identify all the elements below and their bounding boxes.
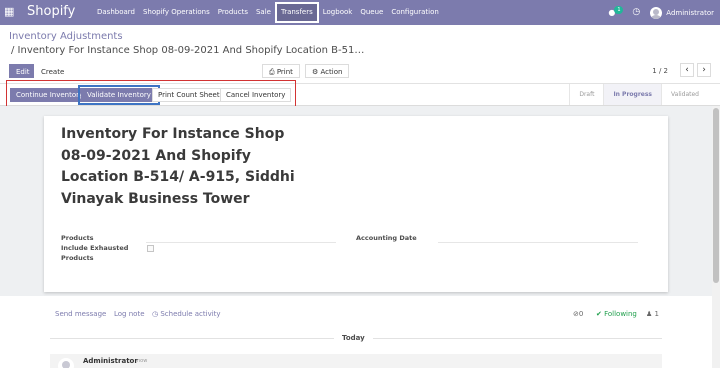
user-menu[interactable]: Administrator	[650, 6, 714, 19]
accounting-date-field[interactable]	[438, 242, 638, 243]
user-avatar	[650, 6, 663, 19]
print-button[interactable]: ⎙ Print	[262, 64, 300, 78]
chatter: Send message Log note ◷ Schedule activit…	[0, 296, 712, 368]
check-icon: ✔	[596, 310, 605, 318]
message-author-avatar	[58, 358, 74, 368]
breadcrumb-parent[interactable]: Inventory Adjustments	[9, 31, 123, 42]
followers-button[interactable]: ♟ 1	[646, 310, 659, 318]
schedule-activity-button[interactable]: ◷ Schedule activity	[152, 310, 221, 318]
navbar-systray: ● 1 ◷ Administrator	[608, 0, 714, 25]
menu-sale[interactable]: Sale	[252, 0, 275, 25]
menu-dashboard[interactable]: Dashboard	[93, 0, 139, 25]
top-navbar: ▦ Shopify Dashboard Shopify Operations P…	[0, 0, 720, 25]
scrollbar-thumb[interactable]	[713, 108, 719, 283]
stage-in-progress: In Progress	[603, 84, 661, 105]
following-button[interactable]: ✔ Following	[596, 310, 637, 318]
message-author[interactable]: Administrator	[83, 357, 138, 365]
include-exhausted-label: Include Exhausted Products	[61, 244, 129, 262]
schedule-activity-label: Schedule activity	[160, 310, 221, 318]
app-brand[interactable]: Shopify	[27, 4, 75, 19]
breadcrumb-current: / Inventory For Instance Shop 08-09-2021…	[11, 45, 365, 56]
main-menu: Dashboard Shopify Operations Products Sa…	[93, 0, 443, 25]
stage-validated: Validated	[661, 84, 708, 105]
log-note-button[interactable]: Log note	[114, 310, 145, 318]
attachments-button[interactable]: ⊘0	[573, 310, 583, 318]
stage-draft: Draft	[569, 84, 603, 105]
accounting-date-label: Accounting Date	[356, 234, 417, 242]
menu-configuration[interactable]: Configuration	[387, 0, 442, 25]
chatter-message: Administrator now	[50, 354, 662, 368]
include-exhausted-checkbox[interactable]	[147, 245, 154, 252]
control-panel: Inventory Adjustments / Inventory For In…	[0, 25, 720, 84]
following-label: Following	[604, 310, 637, 318]
stage-pipeline: Draft In Progress Validated	[569, 84, 708, 105]
menu-products[interactable]: Products	[214, 0, 252, 25]
apps-grid-icon[interactable]: ▦	[4, 6, 16, 18]
pager-previous-button[interactable]: ‹	[680, 63, 694, 77]
create-button[interactable]: Create	[34, 64, 72, 78]
menu-logbook[interactable]: Logbook	[319, 0, 357, 25]
send-message-button[interactable]: Send message	[55, 310, 106, 318]
followers-count: 1	[654, 310, 659, 318]
record-title: Inventory For Instance Shop 08-09-2021 A…	[61, 126, 295, 207]
pager-next-button[interactable]: ›	[697, 63, 711, 77]
print-label: Print	[276, 68, 293, 76]
form-view: Inventory For Instance Shop 08-09-2021 A…	[0, 106, 712, 296]
pager-value[interactable]: 1 / 2	[652, 67, 668, 75]
messaging-button[interactable]: ● 1	[608, 5, 624, 18]
page-scrollbar[interactable]	[712, 106, 720, 368]
printer-icon: ⎙	[269, 68, 277, 76]
date-separator-label: Today	[334, 334, 373, 342]
message-time: now	[137, 358, 148, 364]
edit-button[interactable]: Edit	[9, 64, 37, 78]
menu-queue[interactable]: Queue	[356, 0, 387, 25]
products-field[interactable]	[146, 242, 336, 243]
action-button[interactable]: ⚙ Action	[305, 64, 350, 78]
chat-count-badge: 1	[614, 5, 624, 14]
products-label: Products	[61, 234, 94, 242]
user-name: Administrator	[666, 8, 714, 17]
form-sheet: Inventory For Instance Shop 08-09-2021 A…	[44, 116, 668, 292]
user-icon: ♟	[646, 310, 655, 318]
action-label: Action	[320, 68, 343, 76]
activity-clock-icon[interactable]: ◷	[632, 8, 640, 17]
menu-shopify-operations[interactable]: Shopify Operations	[139, 0, 214, 25]
gear-icon: ⚙	[312, 68, 321, 76]
attachments-count: 0	[578, 310, 584, 318]
menu-transfers[interactable]: Transfers	[274, 2, 319, 23]
